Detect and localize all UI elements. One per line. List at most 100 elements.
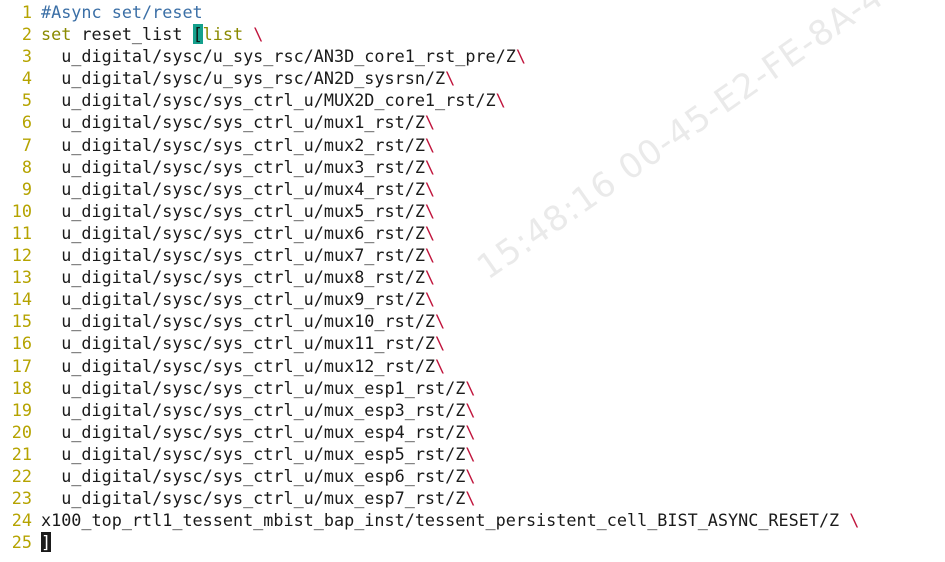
code-line[interactable]: 16 u_digital/sysc/sys_ctrl_u/mux11_rst/Z… xyxy=(0,332,945,354)
code-line[interactable]: 4 u_digital/sysc/u_sys_rsc/AN2D_sysrsn/Z… xyxy=(0,67,945,89)
line-number: 9 xyxy=(21,178,32,199)
line-continuation: \ xyxy=(253,24,264,45)
line-text[interactable]: u_digital/sysc/sys_ctrl_u/mux6_rst/Z\ xyxy=(41,222,435,244)
line-text[interactable]: u_digital/sysc/sys_ctrl_u/mux9_rst/Z\ xyxy=(41,288,435,310)
line-number: 18 xyxy=(11,377,32,398)
line-text[interactable]: ] xyxy=(41,531,52,553)
line-text[interactable]: u_digital/sysc/sys_ctrl_u/mux4_rst/Z\ xyxy=(41,178,435,200)
line-continuation: \ xyxy=(424,134,436,155)
code-line[interactable]: 20 u_digital/sysc/sys_ctrl_u/mux_esp4_rs… xyxy=(0,421,945,443)
code-token: u_digital/sysc/sys_ctrl_u/mux12_rst/Z xyxy=(41,355,436,376)
line-continuation: \ xyxy=(424,245,436,266)
line-text[interactable]: u_digital/sysc/sys_ctrl_u/mux2_rst/Z\ xyxy=(41,134,435,156)
code-editor[interactable]: 1 #Async set/reset 2 set reset_list [list \… xyxy=(0,0,945,562)
line-number: 24 xyxy=(11,510,32,531)
line-text[interactable]: u_digital/sysc/sys_ctrl_u/mux5_rst/Z\ xyxy=(41,200,435,222)
line-number: 23 xyxy=(11,488,32,509)
code-token: u_digital/sysc/sys_ctrl_u/mux_esp5_rst/Z xyxy=(41,443,466,464)
line-continuation: \ xyxy=(424,200,436,221)
line-number: 5 xyxy=(21,90,32,111)
code-line[interactable]: 17 u_digital/sysc/sys_ctrl_u/mux12_rst/Z… xyxy=(0,355,945,377)
line-number: 20 xyxy=(11,421,32,442)
code-line[interactable]: 14 u_digital/sysc/sys_ctrl_u/mux9_rst/Z\ xyxy=(0,288,945,310)
code-token: u_digital/sysc/u_sys_rsc/AN3D_core1_rst_… xyxy=(41,46,516,67)
code-token: u_digital/sysc/sys_ctrl_u/mux3_rst/Z xyxy=(41,156,425,177)
code-line[interactable]: 5 u_digital/sysc/sys_ctrl_u/MUX2D_core1_… xyxy=(0,89,945,111)
code-line[interactable]: 7 u_digital/sysc/sys_ctrl_u/mux2_rst/Z\ xyxy=(0,134,945,156)
line-number: 2 xyxy=(21,24,32,45)
code-line[interactable]: 12 u_digital/sysc/sys_ctrl_u/mux7_rst/Z\ xyxy=(0,244,945,266)
code-line[interactable]: 11 u_digital/sysc/sys_ctrl_u/mux6_rst/Z\ xyxy=(0,222,945,244)
keyword-token: set xyxy=(41,24,72,45)
line-text[interactable]: u_digital/sysc/sys_ctrl_u/mux11_rst/Z\ xyxy=(41,332,445,354)
line-text[interactable]: u_digital/sysc/sys_ctrl_u/mux_esp3_rst/Z… xyxy=(41,399,475,421)
line-text[interactable]: u_digital/sysc/sys_ctrl_u/mux12_rst/Z\ xyxy=(41,355,445,377)
code-line[interactable]: 1 #Async set/reset xyxy=(0,1,945,23)
line-text[interactable]: u_digital/sysc/sys_ctrl_u/mux3_rst/Z\ xyxy=(41,156,435,178)
code-line[interactable]: 10 u_digital/sysc/sys_ctrl_u/mux5_rst/Z\ xyxy=(0,200,945,222)
line-text[interactable]: u_digital/sysc/sys_ctrl_u/mux_esp6_rst/Z… xyxy=(41,465,475,487)
code-line[interactable]: 15 u_digital/sysc/sys_ctrl_u/mux10_rst/Z… xyxy=(0,310,945,332)
line-continuation: \ xyxy=(435,311,446,332)
line-text[interactable]: u_digital/sysc/sys_ctrl_u/mux_esp4_rst/Z… xyxy=(41,421,475,443)
code-line[interactable]: 24 x100_top_rtl1_tessent_mbist_bap_inst/t… xyxy=(0,509,945,531)
line-number: 19 xyxy=(11,399,32,420)
line-text[interactable]: u_digital/sysc/sys_ctrl_u/mux_esp5_rst/Z… xyxy=(41,443,475,465)
code-line[interactable]: 13 u_digital/sysc/sys_ctrl_u/mux8_rst/Z\ xyxy=(0,266,945,288)
line-number: 17 xyxy=(11,355,32,376)
line-number: 12 xyxy=(11,245,32,266)
code-token: u_digital/sysc/sys_ctrl_u/mux_esp1_rst/Z xyxy=(41,377,466,398)
code-token: u_digital/sysc/sys_ctrl_u/mux_esp6_rst/Z xyxy=(41,465,466,486)
code-line[interactable]: 9 u_digital/sysc/sys_ctrl_u/mux4_rst/Z\ xyxy=(0,178,945,200)
line-continuation: \ xyxy=(435,355,446,376)
line-text[interactable]: u_digital/sysc/u_sys_rsc/AN3D_core1_rst_… xyxy=(41,45,526,67)
line-continuation: \ xyxy=(424,222,436,243)
code-line[interactable]: 21 u_digital/sysc/sys_ctrl_u/mux_esp5_rs… xyxy=(0,443,945,465)
comment-token: #Async set/reset xyxy=(41,2,203,22)
line-text[interactable]: u_digital/sysc/sys_ctrl_u/mux_esp1_rst/Z… xyxy=(41,377,475,399)
code-line[interactable]: 22 u_digital/sysc/sys_ctrl_u/mux_esp6_rs… xyxy=(0,465,945,487)
code-line[interactable]: 23 u_digital/sysc/sys_ctrl_u/mux_esp7_rs… xyxy=(0,487,945,509)
line-continuation: \ xyxy=(465,443,476,464)
code-line[interactable]: 6 u_digital/sysc/sys_ctrl_u/mux1_rst/Z\ xyxy=(0,111,945,133)
code-token: u_digital/sysc/u_sys_rsc/AN2D_sysrsn/Z xyxy=(41,68,446,89)
line-continuation: \ xyxy=(435,333,446,354)
line-text[interactable]: #Async set/reset xyxy=(41,1,203,23)
line-text[interactable]: u_digital/sysc/sys_ctrl_u/mux1_rst/Z\ xyxy=(41,111,435,133)
line-continuation: \ xyxy=(515,46,526,67)
line-text[interactable]: u_digital/sysc/sys_ctrl_u/MUX2D_core1_rs… xyxy=(41,89,506,111)
matched-bracket: [ xyxy=(192,24,203,45)
line-text[interactable]: u_digital/sysc/sys_ctrl_u/mux_esp7_rst/Z… xyxy=(41,487,475,509)
code-line[interactable]: 19 u_digital/sysc/sys_ctrl_u/mux_esp3_rs… xyxy=(0,399,945,421)
code-line[interactable]: 25] xyxy=(0,531,945,553)
line-text[interactable]: u_digital/sysc/u_sys_rsc/AN2D_sysrsn/Z\ xyxy=(41,67,455,89)
code-token: u_digital/sysc/sys_ctrl_u/mux1_rst/Z xyxy=(41,112,425,133)
code-token: u_digital/sysc/sys_ctrl_u/mux9_rst/Z xyxy=(41,289,425,310)
line-text[interactable]: u_digital/sysc/sys_ctrl_u/mux8_rst/Z\ xyxy=(41,266,435,288)
code-token: u_digital/sysc/sys_ctrl_u/mux10_rst/Z xyxy=(41,311,436,332)
text-cursor: ] xyxy=(41,532,52,553)
line-number: 16 xyxy=(11,333,32,354)
line-text[interactable]: u_digital/sysc/sys_ctrl_u/mux10_rst/Z\ xyxy=(41,310,445,332)
code-line[interactable]: 2 set reset_list [list \ xyxy=(0,23,945,45)
line-continuation: \ xyxy=(424,267,436,288)
line-number: 22 xyxy=(11,465,32,486)
code-line[interactable]: 8 u_digital/sysc/sys_ctrl_u/mux3_rst/Z\ xyxy=(0,156,945,178)
line-continuation: \ xyxy=(849,510,860,531)
line-text[interactable]: set reset_list [list \ xyxy=(41,23,263,45)
line-continuation: \ xyxy=(465,399,476,420)
code-token: u_digital/sysc/sys_ctrl_u/mux2_rst/Z xyxy=(41,134,425,155)
line-text[interactable]: x100_top_rtl1_tessent_mbist_bap_inst/tes… xyxy=(41,509,859,531)
line-number: 6 xyxy=(21,112,32,133)
code-token: u_digital/sysc/sys_ctrl_u/mux_esp4_rst/Z xyxy=(41,421,466,442)
line-number: 15 xyxy=(11,311,32,332)
code-line[interactable]: 18 u_digital/sysc/sys_ctrl_u/mux_esp1_rs… xyxy=(0,377,945,399)
line-text[interactable]: u_digital/sysc/sys_ctrl_u/mux7_rst/Z\ xyxy=(41,244,435,266)
line-continuation: \ xyxy=(465,488,476,509)
line-continuation: \ xyxy=(465,465,476,486)
code-token: reset_list xyxy=(71,24,193,45)
code-line[interactable]: 3 u_digital/sysc/u_sys_rsc/AN3D_core1_rs… xyxy=(0,45,945,67)
line-continuation: \ xyxy=(495,90,506,111)
code-token: x100_top_rtl1_tessent_mbist_bap_inst/tes… xyxy=(41,510,850,531)
